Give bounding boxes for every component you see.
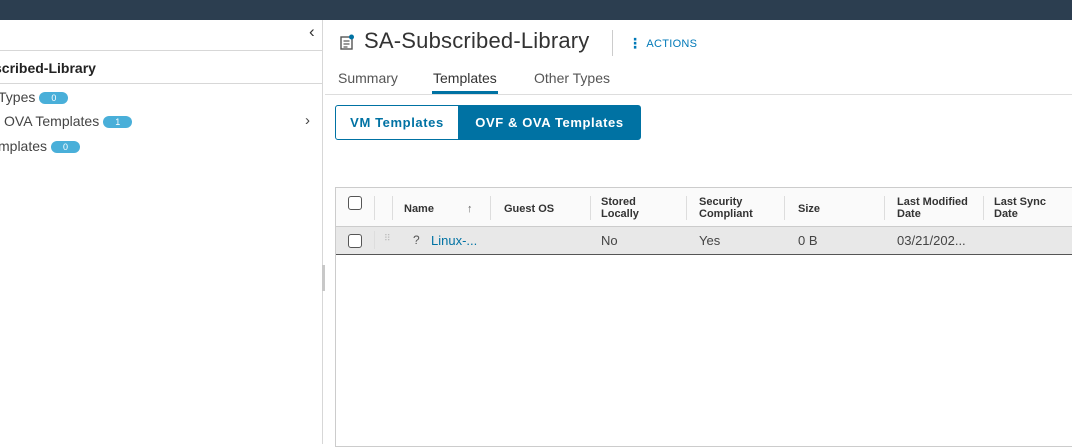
- column-divider: [374, 196, 375, 220]
- security-compliant-cell: Yes: [699, 233, 721, 248]
- column-header-last-modified-date[interactable]: Last Modified Date: [897, 188, 983, 227]
- panel-resize-handle[interactable]: [322, 265, 325, 291]
- tree-item-other-types[interactable]: Types 0: [0, 87, 322, 109]
- library-name: scribed-Library: [0, 60, 96, 76]
- stored-locally-cell: No: [601, 233, 618, 248]
- column-header-last-sync-date[interactable]: Last Sync Date: [994, 188, 1072, 227]
- vm-templates-toggle[interactable]: VM Templates: [335, 105, 459, 140]
- row-checkbox[interactable]: [348, 234, 362, 248]
- actions-label: ACTIONS: [646, 38, 698, 50]
- size-cell: 0 B: [798, 233, 818, 248]
- column-header-guest-os[interactable]: Guest OS: [504, 188, 584, 227]
- tab-summary[interactable]: Summary: [338, 70, 398, 94]
- unknown-status-icon: ?: [413, 233, 420, 247]
- column-label: Security: [699, 196, 743, 208]
- library-tree-header[interactable]: scribed-Library: [0, 50, 322, 84]
- table-row[interactable]: ⠿ ? Linux-... No Yes 0 B 03/21/202...: [336, 227, 1072, 255]
- column-label: Date: [994, 208, 1018, 220]
- templates-datagrid: Name ↑ Guest OS Stored Locally Security …: [335, 187, 1072, 447]
- column-divider: [686, 196, 687, 220]
- column-label: Size: [798, 203, 821, 215]
- column-header-size[interactable]: Size: [798, 188, 878, 227]
- count-badge: 1: [103, 116, 133, 128]
- column-label: Locally: [601, 208, 639, 220]
- tree-item-label: Types: [0, 89, 36, 105]
- column-divider: [490, 196, 491, 220]
- header-divider: [612, 30, 613, 56]
- column-divider: [590, 196, 591, 220]
- sort-ascending-icon[interactable]: ↑: [467, 203, 473, 215]
- collapse-panel-icon[interactable]: ‹: [309, 23, 321, 40]
- tree-item-label: mplates: [0, 138, 48, 154]
- tab-divider: [325, 94, 1072, 95]
- column-divider: [983, 196, 984, 220]
- column-label: Date: [897, 208, 921, 220]
- datagrid-header: Name ↑ Guest OS Stored Locally Security …: [336, 188, 1072, 227]
- count-badge: 0: [51, 141, 81, 153]
- tree-item-ovf-ova-templates[interactable]: OVA Templates 1 ›: [0, 111, 322, 133]
- column-header-stored-locally[interactable]: Stored Locally: [601, 188, 685, 227]
- content-library-icon: [340, 34, 354, 50]
- tab-templates[interactable]: Templates: [432, 70, 498, 94]
- column-label: Last Sync: [994, 196, 1046, 208]
- top-nav-bar: [0, 0, 1072, 20]
- page-title: SA-Subscribed-Library: [364, 28, 590, 53]
- drag-handle-icon[interactable]: ⠿: [384, 233, 391, 244]
- select-all-checkbox[interactable]: [348, 196, 362, 210]
- column-divider: [392, 196, 393, 220]
- template-name-link[interactable]: Linux-...: [431, 233, 477, 248]
- tree-item-label: OVA Templates: [4, 113, 100, 129]
- column-label: Compliant: [699, 208, 753, 220]
- column-label: Stored: [601, 196, 636, 208]
- count-badge: 0: [39, 92, 69, 104]
- tree-item-vm-templates[interactable]: mplates 0: [0, 136, 322, 158]
- column-header-security-compliant[interactable]: Security Compliant: [699, 188, 783, 227]
- column-divider: [784, 196, 785, 220]
- library-tree-panel: ‹ scribed-Library Types 0 OVA Templates 1 …: [0, 20, 323, 444]
- last-modified-cell: 03/21/202...: [897, 233, 966, 248]
- column-label: Name: [404, 203, 434, 215]
- column-label: Last Modified: [897, 196, 968, 208]
- ovf-ova-templates-toggle[interactable]: OVF & OVA Templates: [458, 105, 641, 140]
- column-divider: [884, 196, 885, 220]
- chevron-right-icon: ›: [305, 112, 310, 129]
- tab-other-types[interactable]: Other Types: [534, 70, 610, 94]
- column-header-name[interactable]: Name ↑: [404, 188, 490, 227]
- column-divider: [374, 231, 375, 249]
- actions-menu-button[interactable]: ⋮ ACTIONS: [628, 35, 697, 52]
- vertical-ellipsis-icon: ⋮: [628, 35, 643, 51]
- column-label: Guest OS: [504, 203, 555, 215]
